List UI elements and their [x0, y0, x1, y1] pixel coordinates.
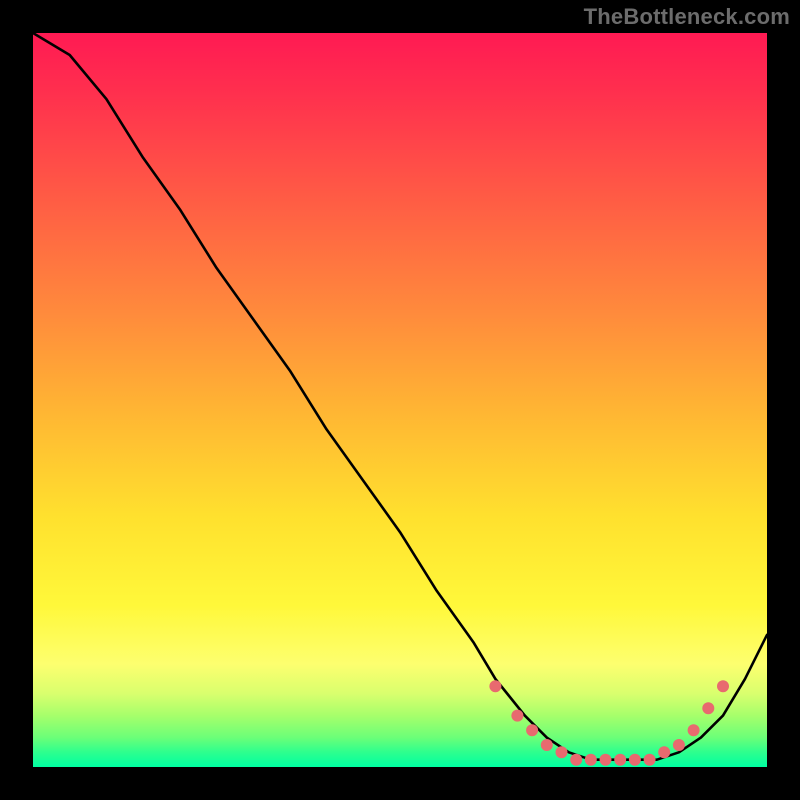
- marker-dot: [629, 754, 641, 766]
- marker-dot: [585, 754, 597, 766]
- marker-dot: [688, 724, 700, 736]
- marker-dot: [644, 754, 656, 766]
- plot-area: [33, 33, 767, 767]
- marker-dot: [614, 754, 626, 766]
- curve-layer: [33, 33, 767, 767]
- marker-dot: [526, 724, 538, 736]
- marker-dot: [556, 746, 568, 758]
- marker-dot: [702, 702, 714, 714]
- marker-dot: [717, 680, 729, 692]
- marker-dot: [489, 680, 501, 692]
- marker-group: [489, 680, 729, 765]
- marker-dot: [570, 754, 582, 766]
- bottleneck-curve: [33, 33, 767, 760]
- marker-dot: [511, 710, 523, 722]
- watermark-text: TheBottleneck.com: [584, 4, 790, 30]
- chart-frame: TheBottleneck.com: [0, 0, 800, 800]
- marker-dot: [541, 739, 553, 751]
- marker-dot: [658, 746, 670, 758]
- marker-dot: [673, 739, 685, 751]
- marker-dot: [600, 754, 612, 766]
